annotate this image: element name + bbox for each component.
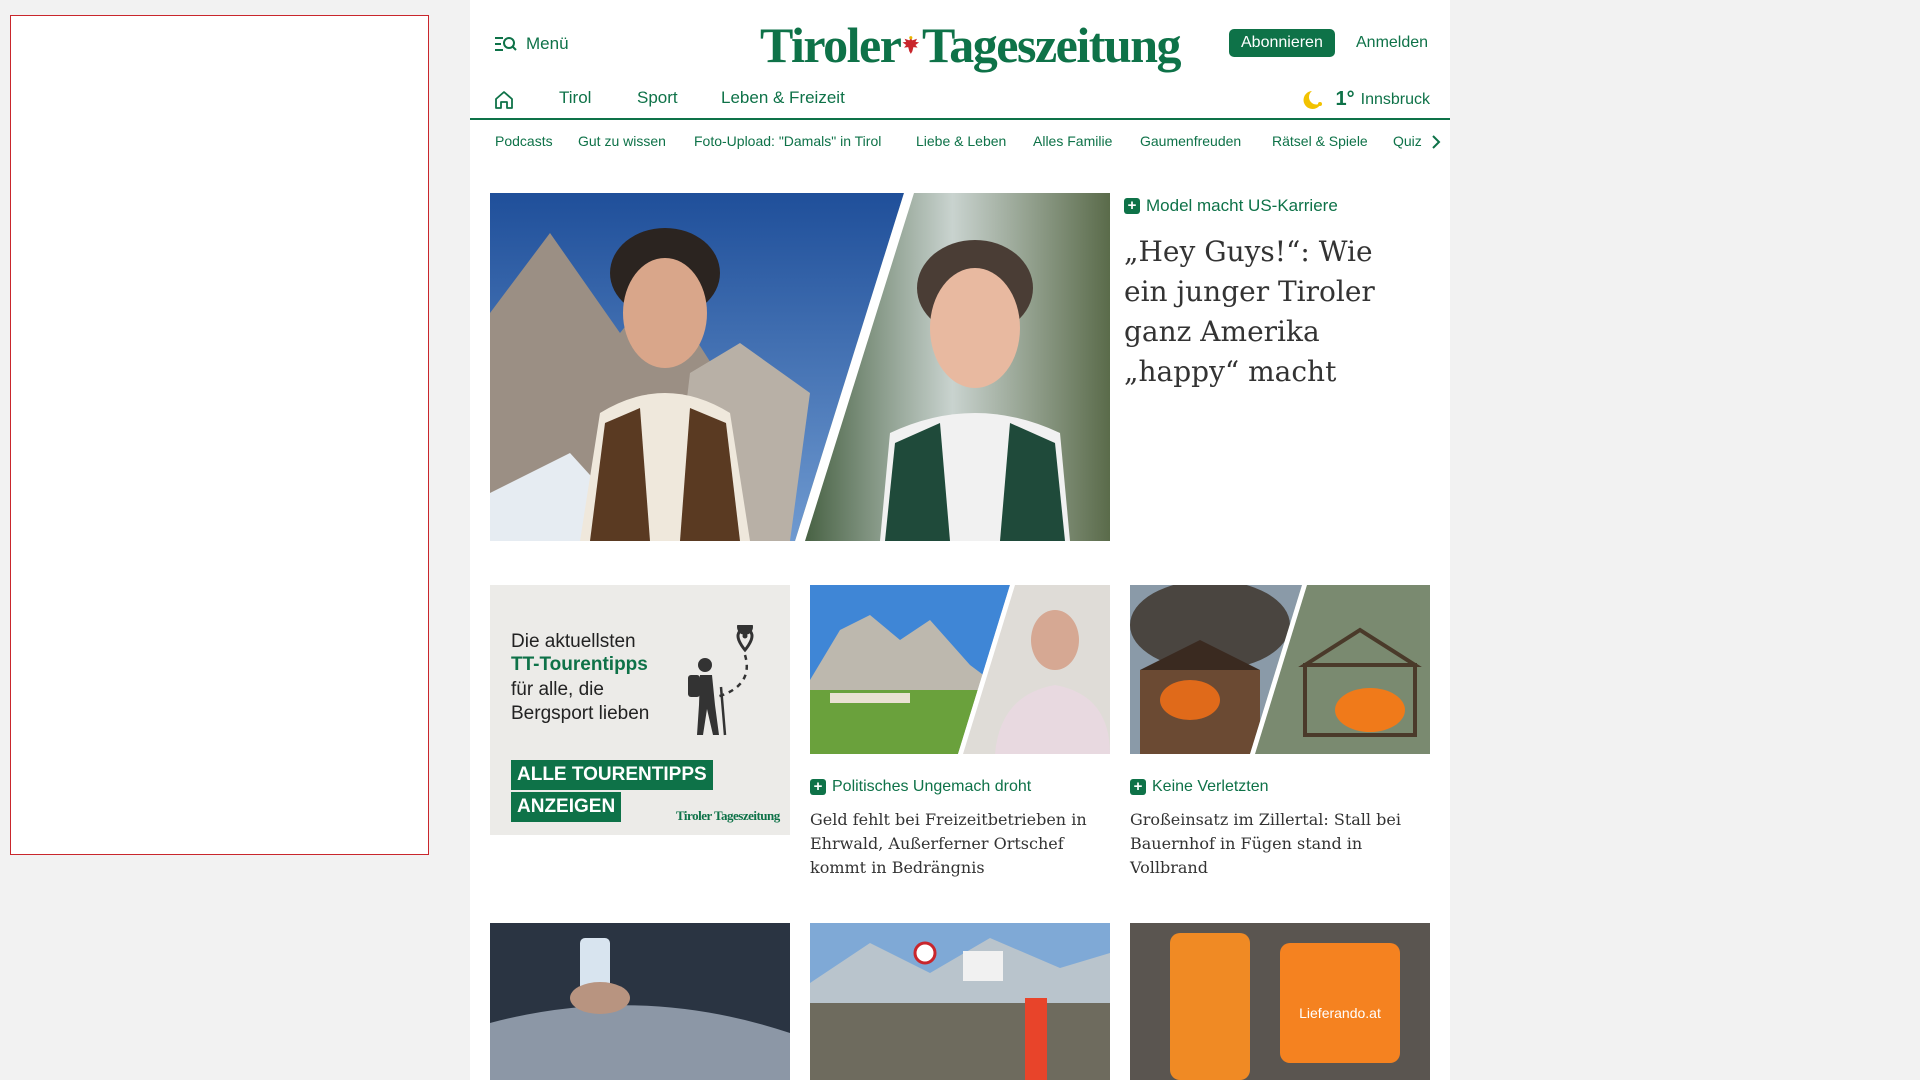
ehrwald-photo-illustration: [810, 585, 1110, 754]
subnav-item-raetsel-spiele[interactable]: Rätsel & Spiele: [1272, 133, 1368, 149]
promo-line-1: Die aktuellsten: [511, 631, 636, 652]
main-nav: Tirol Sport Leben & Freizeit 1° Innsbruc…: [470, 84, 1450, 120]
hiker-icon: [688, 625, 754, 736]
hero-photo-illustration: [490, 193, 1110, 541]
menu-search-icon: [495, 37, 517, 51]
eagle-icon: [902, 36, 920, 54]
article-kicker-ehrwald[interactable]: + Politisches Ungemach droht: [810, 778, 1031, 796]
left-ad-placeholder[interactable]: [10, 15, 429, 855]
phone-bed-photo-illustration: [490, 923, 790, 1080]
hero-kicker-text: Model macht US-Karriere: [1146, 196, 1338, 215]
svg-text:Lieferando.at: Lieferando.at: [1299, 1005, 1381, 1021]
home-icon[interactable]: [492, 88, 516, 112]
article-kicker-fuegen[interactable]: + Keine Verletzten: [1130, 778, 1269, 796]
nav-item-leben-freizeit[interactable]: Leben & Freizeit: [721, 88, 845, 108]
article-kicker-text: Politisches Ungemach droht: [832, 778, 1032, 795]
subnav-item-quiz[interactable]: Quiz: [1393, 133, 1422, 149]
hero-image[interactable]: [490, 193, 1110, 541]
subnav-item-alles-familie[interactable]: Alles Familie: [1033, 133, 1112, 149]
subnav-item-foto-upload[interactable]: Foto-Upload: "Damals" in Tirol: [694, 133, 881, 149]
promo-line-3: für alle, die Bergsport lieben: [511, 679, 650, 724]
road-sign-photo-illustration: [810, 923, 1110, 1080]
hero-kicker[interactable]: + Model macht US-Karriere: [1124, 196, 1338, 216]
login-link[interactable]: Anmelden: [1356, 29, 1428, 57]
nav-item-sport[interactable]: Sport: [637, 88, 678, 108]
plus-badge-icon: +: [1124, 198, 1140, 214]
logo-text-right: Tageszeitung: [922, 17, 1181, 73]
plus-badge-icon: +: [810, 779, 826, 795]
article-kicker-text: Keine Verletzten: [1152, 778, 1269, 795]
article-headline-ehrwald[interactable]: Geld fehlt bei Freizeitbetrieben in Ehrw…: [810, 808, 1110, 880]
article-image-fuegen[interactable]: [1130, 585, 1430, 754]
site-logo[interactable]: Tiroler Tageszeitung: [760, 14, 1181, 76]
logo-text-left: Tiroler: [760, 17, 902, 73]
article-image-row3-2[interactable]: [810, 923, 1110, 1080]
promo-cta-line-1: ALLE TOURENTIPPS: [511, 760, 713, 790]
promo-brand-logo: Tiroler Tageszeitung: [676, 808, 780, 823]
plus-badge-icon: +: [1130, 779, 1146, 795]
nav-item-tirol[interactable]: Tirol: [559, 88, 591, 108]
subscribe-button[interactable]: Abonnieren: [1229, 29, 1335, 57]
promo-cta-line-2: ANZEIGEN: [511, 792, 622, 822]
article-image-row3-3[interactable]: Lieferando.at: [1130, 923, 1430, 1080]
chevron-right-icon[interactable]: [1430, 134, 1442, 150]
subnav-item-gut-zu-wissen[interactable]: Gut zu wissen: [578, 133, 666, 149]
subnav-item-liebe-leben[interactable]: Liebe & Leben: [916, 133, 1006, 149]
menu-button[interactable]: Menü: [494, 34, 569, 54]
article-image-ehrwald[interactable]: [810, 585, 1110, 754]
weather-city: Innsbruck: [1360, 90, 1430, 108]
tourentipps-promo[interactable]: Die aktuellsten TT-Tourentipps für alle,…: [490, 585, 790, 835]
subnav-item-podcasts[interactable]: Podcasts: [495, 133, 553, 149]
weather-widget[interactable]: 1° Innsbruck: [1300, 88, 1430, 111]
hero-headline[interactable]: „Hey Guys!“: Wie ein junger Tiroler ganz…: [1124, 232, 1424, 392]
promo-line-2: TT-Tourentipps: [511, 654, 648, 675]
weather-temperature: 1°: [1335, 88, 1355, 110]
fire-photo-illustration: [1130, 585, 1430, 754]
subnav-item-gaumenfreuden[interactable]: Gaumenfreuden: [1140, 133, 1241, 149]
page-container: Menü Tiroler Tageszeitung Abonnieren Anm…: [470, 0, 1450, 1080]
article-image-row3-1[interactable]: [490, 923, 790, 1080]
menu-label: Menü: [526, 34, 569, 53]
moon-cloud-icon: [1303, 90, 1322, 109]
article-headline-fuegen[interactable]: Großeinsatz im Zillertal: Stall bei Baue…: [1130, 808, 1430, 880]
sub-nav: Podcasts Gut zu wissen Foto-Upload: "Dam…: [470, 121, 1450, 163]
delivery-photo-illustration: Lieferando.at: [1130, 923, 1430, 1080]
